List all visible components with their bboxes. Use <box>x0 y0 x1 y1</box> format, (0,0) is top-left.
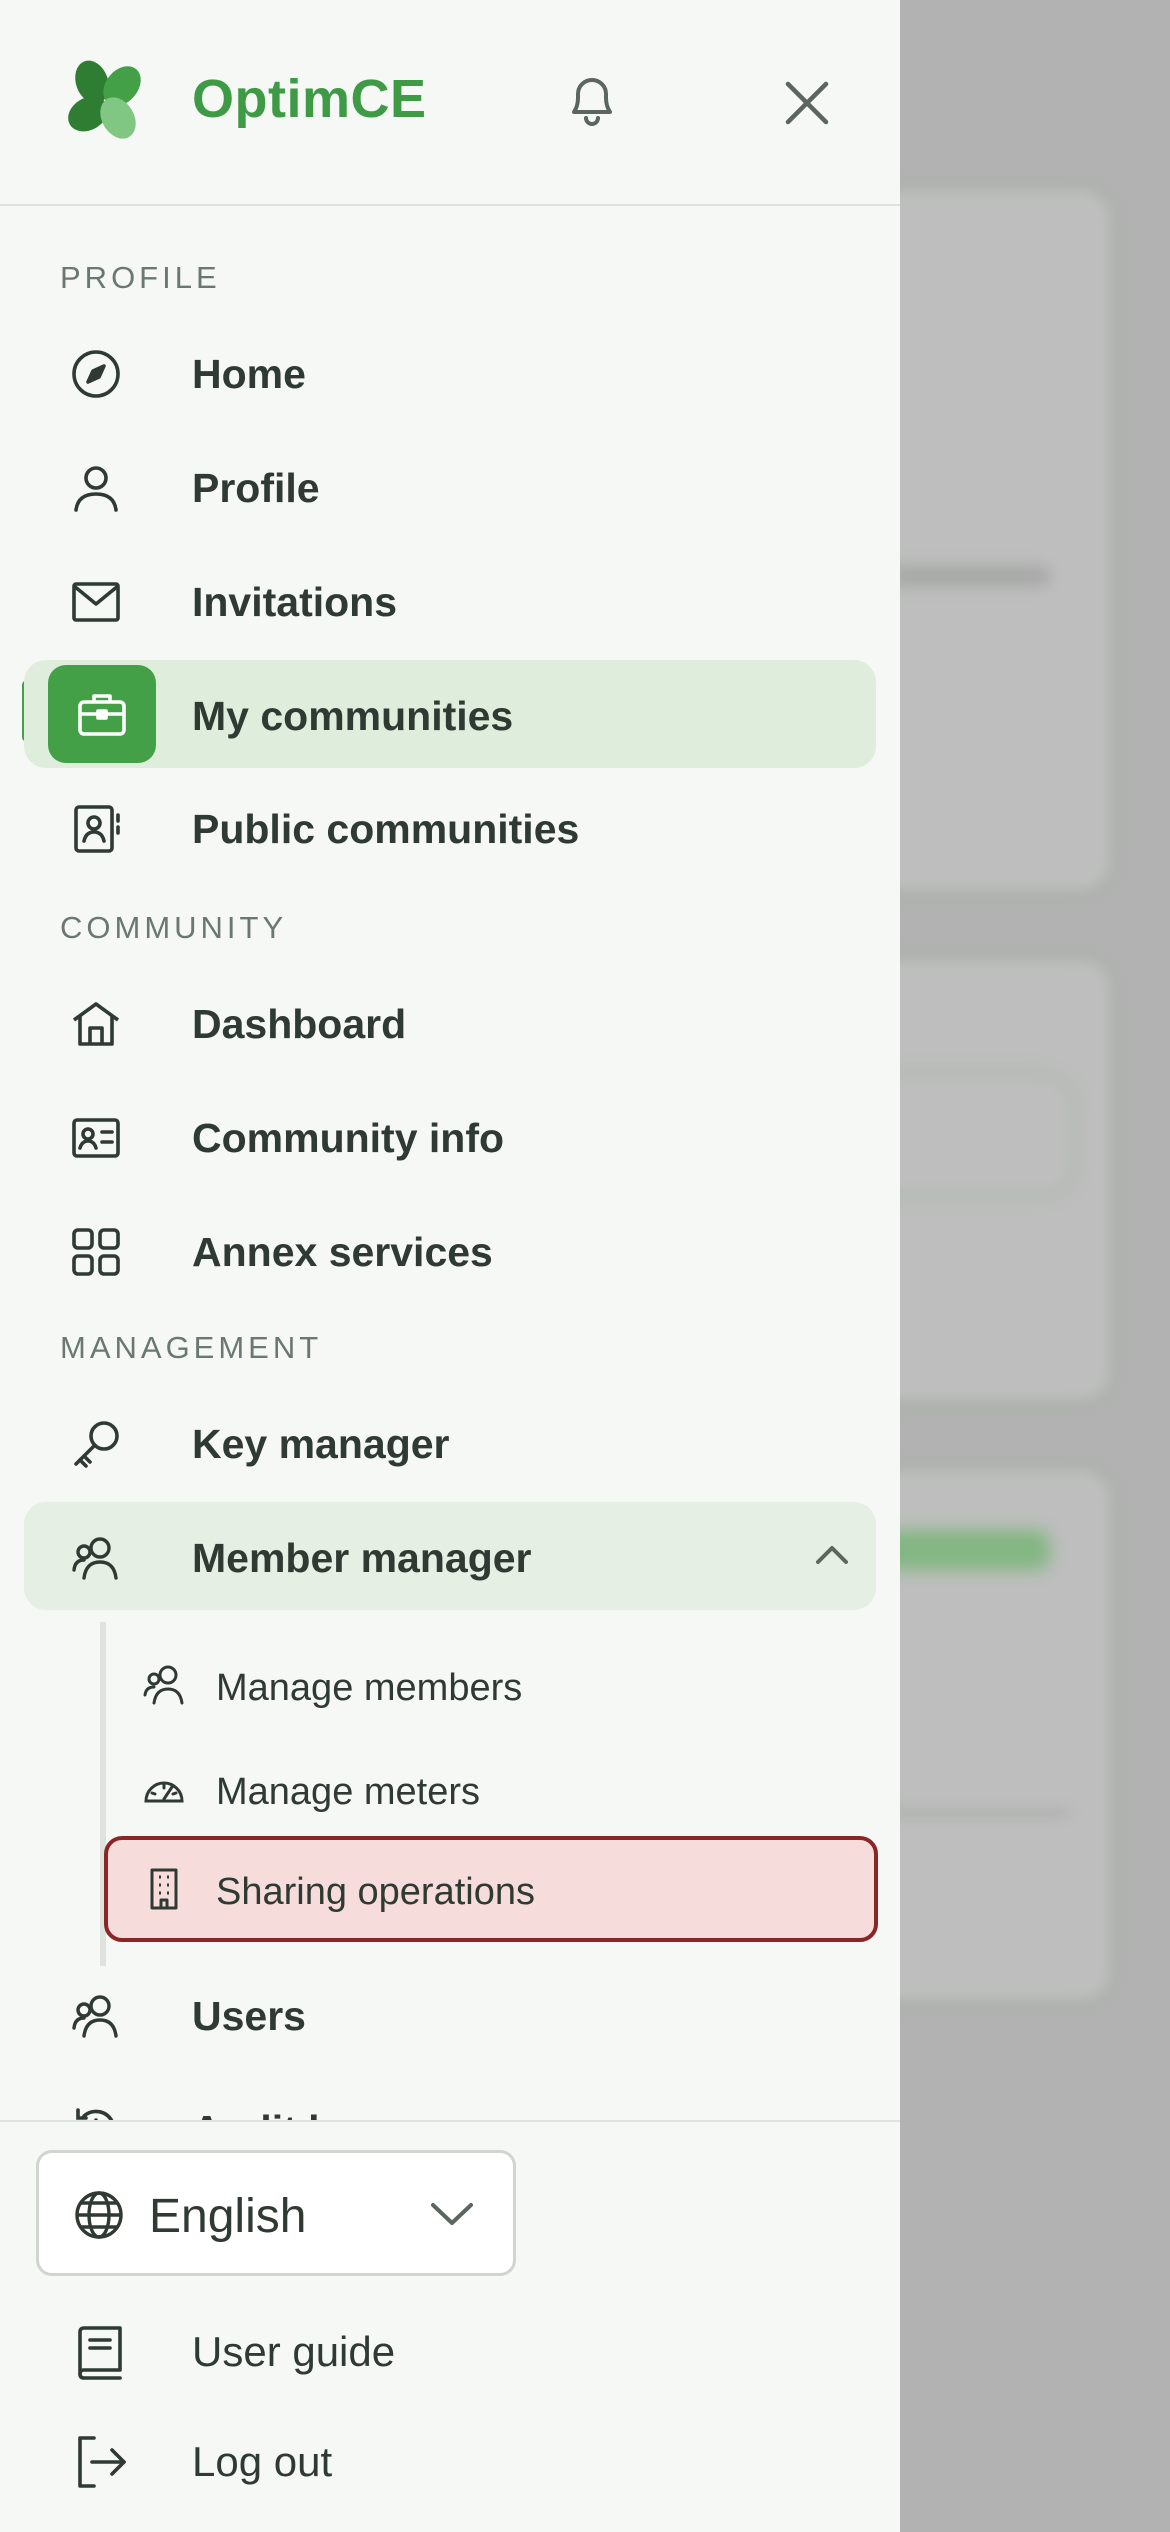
nav-item-member-manager[interactable]: Member manager <box>24 1502 876 1610</box>
section-label-profile: PROFILE <box>60 260 221 295</box>
nav-item-label: My communities <box>192 693 514 739</box>
background-button <box>880 1530 1050 1570</box>
language-select[interactable]: English <box>36 2150 516 2276</box>
id-card-icon <box>70 1112 122 1164</box>
nav-item-label: Key manager <box>192 1421 450 1467</box>
logout-icon <box>72 2434 128 2490</box>
nav-item-label: Community info <box>192 1115 505 1161</box>
navigation-drawer: OptimCE PROFILE Home Profile Invitations… <box>0 0 900 2532</box>
user-guide-label: User guide <box>192 2328 396 2375</box>
home-icon <box>70 998 122 1050</box>
optimce-logo-icon <box>58 52 152 146</box>
nav-item-label: Public communities <box>192 806 580 852</box>
compass-icon <box>70 348 122 400</box>
subnav-item-sharing-operations[interactable]: Sharing operations <box>104 1836 878 1942</box>
subnav-item-label: Manage members <box>216 1667 523 1709</box>
gauge-icon <box>142 1767 186 1811</box>
book-icon <box>72 2324 128 2380</box>
briefcase-icon <box>76 688 128 740</box>
nav-item-key-manager[interactable]: Key manager <box>24 1388 876 1496</box>
background-text <box>890 565 1050 587</box>
nav-item-label: Users <box>192 1993 306 2039</box>
key-icon <box>70 1418 122 1470</box>
nav-item-dashboard[interactable]: Dashboard <box>24 968 876 1076</box>
notification-bell-icon[interactable] <box>558 66 626 134</box>
nav-item-audit-log[interactable]: Audit l... <box>24 2074 876 2120</box>
subnav-item-manage-meters[interactable]: Manage meters <box>104 1736 878 1842</box>
grid-icon <box>70 1226 122 1278</box>
nav-item-public-communities[interactable]: Public communities <box>24 773 876 881</box>
users-icon <box>70 1532 122 1584</box>
user-icon <box>70 462 122 514</box>
nav-item-annex-services[interactable]: Annex services <box>24 1196 876 1304</box>
log-out-label: Log out <box>192 2438 333 2485</box>
chevron-up-icon[interactable] <box>812 1540 852 1570</box>
chevron-down-icon <box>429 2199 475 2229</box>
drawer-header: OptimCE <box>0 0 900 206</box>
nav-item-invitations[interactable]: Invitations <box>24 546 876 654</box>
users-icon <box>70 1990 122 2042</box>
nav-item-label: Profile <box>192 465 320 511</box>
nav-item-users[interactable]: Users <box>24 1960 876 2068</box>
nav-item-community-info[interactable]: Community info <box>24 1082 876 1190</box>
nav-item-label: Annex services <box>192 1229 493 1275</box>
background-divider <box>880 1810 1070 1816</box>
contact-book-icon <box>70 803 122 855</box>
nav-item-label: Dashboard <box>192 1001 407 1047</box>
nav-item-label: Invitations <box>192 579 398 625</box>
section-label-community: COMMUNITY <box>60 910 288 945</box>
users-icon <box>142 1663 186 1707</box>
subnav-item-label: Sharing operations <box>216 1871 535 1913</box>
section-label-management: MANAGEMENT <box>60 1330 323 1365</box>
envelope-icon <box>70 576 122 628</box>
nav-list[interactable]: PROFILE Home Profile Invitations My comm… <box>0 208 900 2120</box>
user-guide-link[interactable]: User guide <box>24 2300 876 2400</box>
nav-item-profile[interactable]: Profile <box>24 432 876 540</box>
nav-item-label: Home <box>192 351 306 397</box>
subnav-item-label: Manage meters <box>216 1771 481 1813</box>
log-out-button[interactable]: Log out <box>24 2410 876 2510</box>
nav-item-label: Audit l... <box>192 2107 354 2120</box>
language-select-value: English <box>149 2190 307 2243</box>
history-icon <box>70 2104 122 2120</box>
nav-item-home[interactable]: Home <box>24 318 876 426</box>
close-icon[interactable] <box>776 72 838 134</box>
brand-name: OptimCE <box>192 69 427 129</box>
building-icon <box>142 1867 186 1911</box>
subnav-item-manage-members[interactable]: Manage members <box>104 1632 878 1738</box>
nav-item-my-communities[interactable]: My communities <box>24 660 876 768</box>
drawer-footer: English User guide Log out <box>0 2120 900 2532</box>
globe-icon <box>73 2189 125 2241</box>
nav-item-label: Member manager <box>192 1535 532 1581</box>
